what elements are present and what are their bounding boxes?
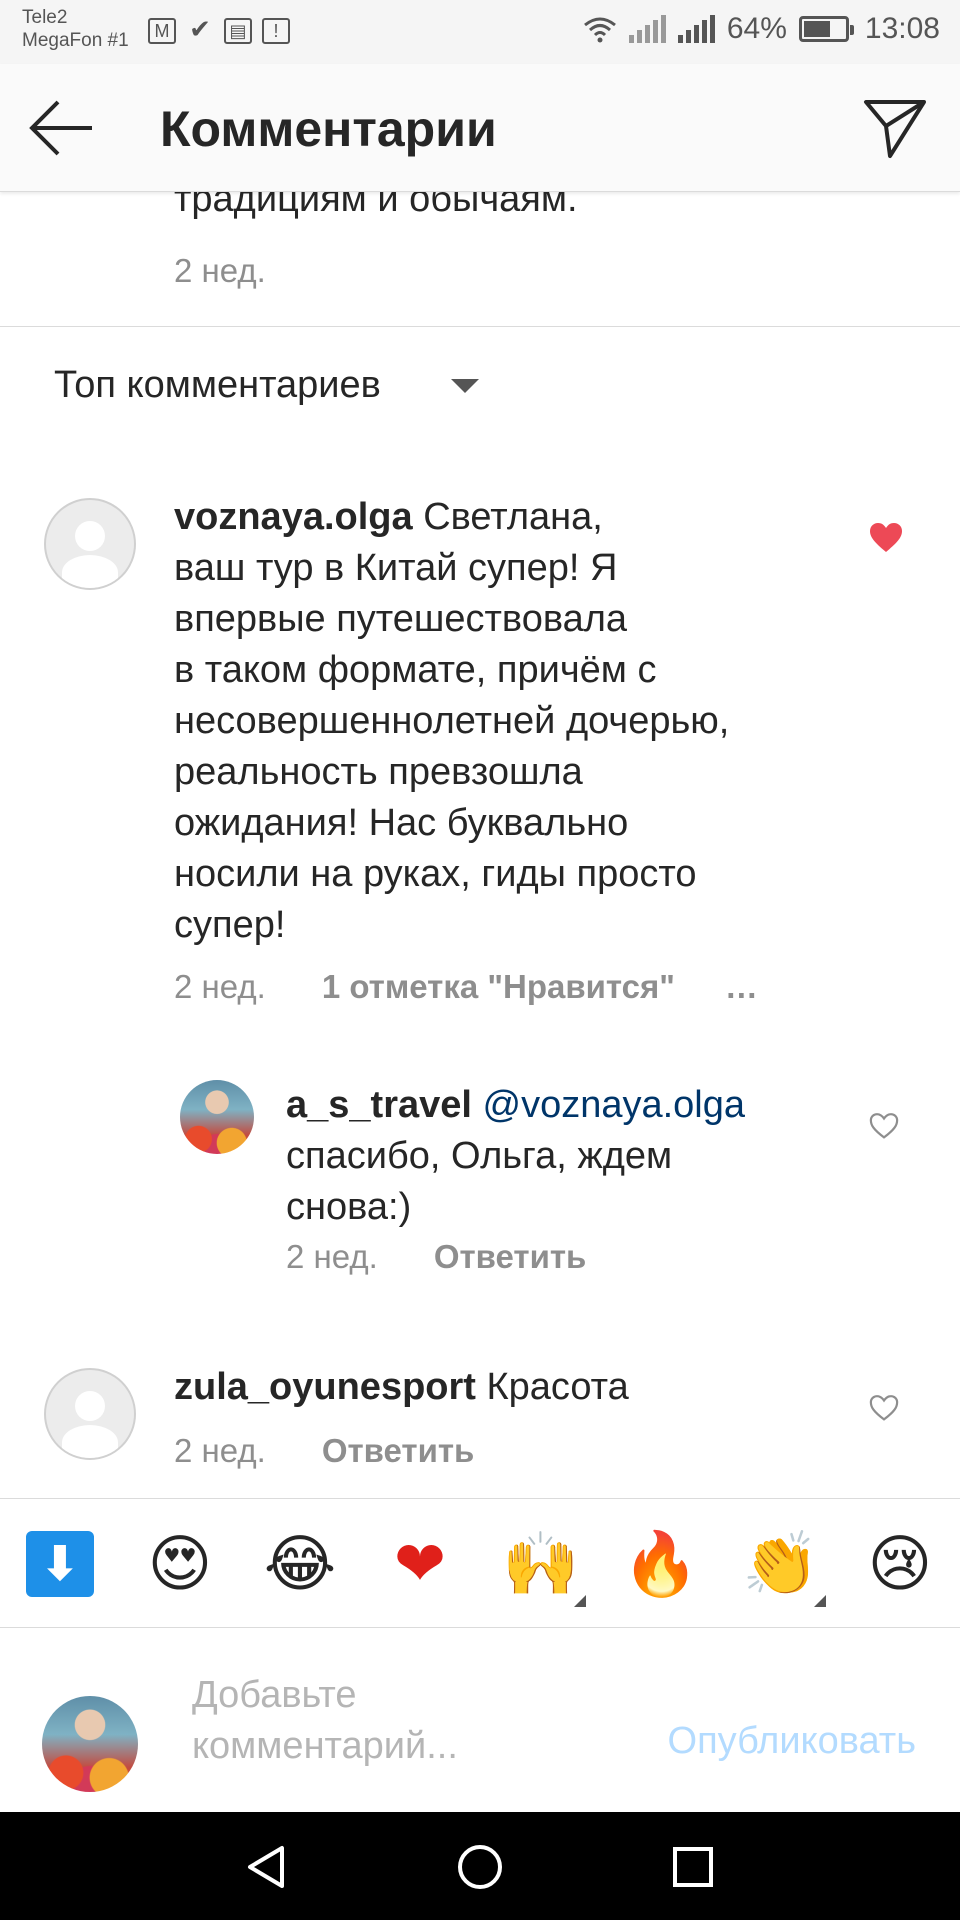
- comment-time: 2 нед.: [174, 968, 266, 1005]
- previous-comment-text: традициям и обычаям.: [174, 192, 578, 220]
- back-arrow-icon[interactable]: [28, 94, 96, 162]
- nav-back-icon[interactable]: [242, 1842, 292, 1892]
- mention-link[interactable]: @voznaya.olga: [483, 1084, 746, 1126]
- signal-icon-sim2: [677, 15, 715, 43]
- comment-text-start: Красота: [475, 1366, 629, 1408]
- divider: [0, 326, 960, 327]
- sort-label: Топ комментариев: [54, 364, 381, 406]
- liked-heart-icon[interactable]: [868, 522, 904, 554]
- comment-line: реальность превзошла: [174, 751, 583, 793]
- more-options-button[interactable]: …: [725, 968, 758, 1006]
- comments-list[interactable]: традициям и обычаям. 2 нед. Топ коммента…: [0, 192, 960, 1498]
- nav-recents-icon[interactable]: [668, 1842, 718, 1892]
- emoji-clapping-hands[interactable]: 👏: [742, 1529, 819, 1599]
- comment-body: voznaya.olga Светлана, ваш тур в Китай с…: [174, 492, 834, 951]
- comment-line: ожидания! Нас буквально: [174, 802, 629, 844]
- emoji-down-arrow[interactable]: ⬇: [26, 1531, 94, 1597]
- emoji-crying-face[interactable]: 😢: [862, 1529, 938, 1599]
- carrier-1: Tele2: [22, 7, 68, 28]
- reply-line: снова:): [286, 1186, 412, 1228]
- direct-send-icon[interactable]: [860, 92, 930, 162]
- reply-button[interactable]: Ответить: [434, 1238, 587, 1276]
- wifi-icon: [583, 17, 616, 43]
- emoji-fire[interactable]: 🔥: [622, 1529, 699, 1599]
- like-heart-icon[interactable]: [868, 1394, 900, 1422]
- comment-text-start: Светлана,: [412, 496, 603, 538]
- system-nav-bar: [0, 1812, 960, 1920]
- current-user-avatar: [42, 1696, 138, 1792]
- comment-username[interactable]: voznaya.olga: [174, 496, 413, 538]
- comment-meta: 2 нед. Ответить: [174, 1432, 474, 1470]
- emoji-quick-bar: ⬇ 😍 😂 ❤ 🙌 🔥 👏 😢: [0, 1498, 960, 1628]
- signal-icon-sim1: [628, 15, 666, 43]
- app-header: Комментарии: [0, 64, 960, 192]
- sort-dropdown[interactable]: Топ комментариев: [54, 364, 479, 407]
- status-bar: Tele2 MegaFon #1 M ✔ ▤ ! 64% 13:08: [0, 0, 960, 64]
- reply-first-line: a_s_travel @voznaya.olga: [286, 1080, 826, 1131]
- calendar-icon: ▤: [224, 18, 252, 44]
- comment-body: zula_oyunesport Красота: [174, 1362, 834, 1413]
- publish-button[interactable]: Опубликовать: [668, 1720, 916, 1763]
- emoji-heart-eyes[interactable]: 😍: [142, 1529, 218, 1599]
- placeholder-line: Добавьте: [192, 1674, 357, 1716]
- reply-meta: 2 нед. Ответить: [286, 1238, 586, 1276]
- comment-composer: Добавьте комментарий... Опубликовать: [0, 1628, 960, 1812]
- previous-comment-time: 2 нед.: [174, 252, 266, 289]
- comment-line: носили на руках, гиды просто: [174, 853, 697, 895]
- reply-username[interactable]: a_s_travel: [286, 1084, 472, 1126]
- likes-count-link[interactable]: 1 отметка "Нравится": [322, 968, 675, 1006]
- comment-line: супер!: [174, 904, 286, 946]
- comment-line: ваш тур в Китай супер! Я: [174, 547, 618, 589]
- carrier-2: MegaFon #1: [22, 30, 129, 51]
- avatar-voznaya-olga[interactable]: [44, 498, 136, 590]
- reply-time: 2 нед.: [286, 1238, 378, 1275]
- dropdown-arrow-icon: [450, 378, 479, 393]
- carrier-info: Tele2 MegaFon #1: [22, 6, 129, 52]
- mail-icon: M: [148, 18, 176, 44]
- avatar-zula-oyunesport[interactable]: [44, 1368, 136, 1460]
- comment-time: 2 нед.: [174, 1432, 266, 1469]
- reply-button[interactable]: Ответить: [322, 1432, 475, 1470]
- battery-fill: [803, 21, 830, 37]
- comment-line: несовершеннолетней дочерью,: [174, 700, 730, 742]
- nav-home-icon[interactable]: [455, 1842, 505, 1892]
- reply-body: a_s_travel @voznaya.olga спасибо, Ольга,…: [286, 1080, 826, 1233]
- emoji-raised-hands[interactable]: 🙌: [502, 1529, 579, 1599]
- skin-tone-indicator-icon: [814, 1595, 826, 1607]
- battery-percent: 64%: [726, 12, 787, 45]
- notification-icons: M ✔ ▤ !: [148, 14, 290, 44]
- skin-tone-indicator-icon: [574, 1595, 586, 1607]
- comment-meta: 2 нед. 1 отметка "Нравится" …: [174, 968, 758, 1006]
- comment-first-line: voznaya.olga Светлана,: [174, 492, 834, 543]
- comment-line: в таком формате, причём с: [174, 649, 657, 691]
- comment-input[interactable]: Добавьте комментарий...: [192, 1670, 592, 1772]
- battery-icon: [798, 16, 854, 42]
- comment-username[interactable]: zula_oyunesport: [174, 1366, 476, 1408]
- page-title: Комментарии: [160, 101, 497, 157]
- emoji-red-heart[interactable]: ❤: [382, 1529, 458, 1599]
- like-heart-icon[interactable]: [868, 1112, 900, 1140]
- clock: 13:08: [864, 12, 940, 45]
- placeholder-line: комментарий...: [192, 1725, 458, 1767]
- comment-line: впервые путешествовала: [174, 598, 628, 640]
- comment-first-line: zula_oyunesport Красота: [174, 1362, 834, 1413]
- check-icon: ✔: [189, 14, 211, 44]
- avatar-a-s-travel[interactable]: [180, 1080, 254, 1154]
- emoji-tears-of-joy[interactable]: 😂: [262, 1529, 338, 1599]
- image-alert-icon: !: [262, 18, 290, 44]
- reply-line: спасибо, Ольга, ждем: [286, 1135, 673, 1177]
